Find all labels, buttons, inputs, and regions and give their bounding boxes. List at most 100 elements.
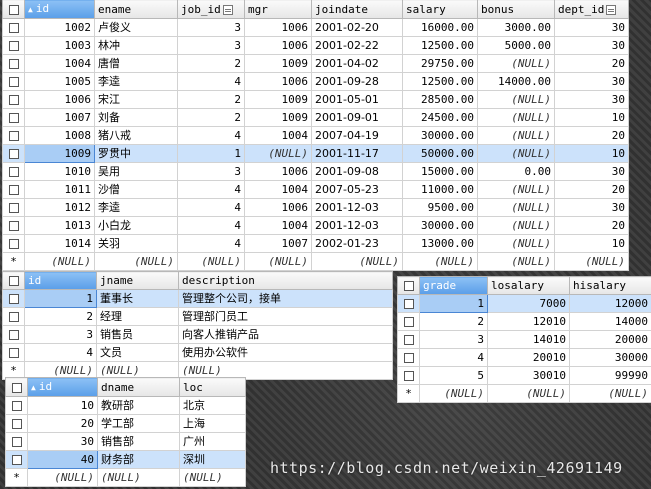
cell-bonus[interactable]: 5000.00 [477, 36, 555, 55]
cell-id[interactable]: 30 [27, 432, 98, 451]
table-row[interactable]: 2 12010 14000 [397, 312, 651, 331]
new-row[interactable]: * (NULL) (NULL) (NULL) [397, 384, 651, 403]
cell-salary[interactable]: 12500.00 [402, 72, 478, 91]
cell-id[interactable]: 40 [27, 450, 98, 469]
table-row[interactable]: 1013 小白龙 4 1004 2001-12-03 30000.00 (NULL) 20 [2, 216, 629, 235]
cell-grade[interactable]: 5 [419, 366, 488, 385]
cell-description[interactable]: 管理整个公司，接单 [178, 289, 393, 308]
cell-bonus[interactable]: (NULL) [477, 108, 555, 127]
cell-id[interactable]: 1004 [24, 54, 95, 73]
column-header-dname[interactable]: dname [97, 377, 180, 397]
cell-ename[interactable]: (NULL) [94, 252, 178, 271]
cell-joindate[interactable]: 2002-01-23 [311, 234, 403, 253]
cell-ename[interactable]: 刘备 [94, 108, 178, 127]
cell-joindate[interactable]: 2001-11-17 [311, 144, 403, 163]
column-header-hisalary[interactable]: hisalary [569, 276, 651, 295]
cell-mgr[interactable]: 1006 [244, 36, 312, 55]
column-header-job-id[interactable]: job_id [177, 0, 245, 19]
cell-dname[interactable]: 财务部 [97, 450, 180, 469]
cell-bonus[interactable]: (NULL) [477, 180, 555, 199]
cell-bonus[interactable]: 14000.00 [477, 72, 555, 91]
table-row[interactable]: 40 财务部 深圳 [5, 450, 246, 469]
cell-job-id[interactable]: 1 [177, 144, 245, 163]
column-header-id[interactable]: ▲ id [27, 377, 98, 397]
column-header-losalary[interactable]: losalary [487, 276, 570, 295]
row-checkbox[interactable] [397, 348, 420, 367]
cell-bonus[interactable]: (NULL) [477, 198, 555, 217]
cell-job-id[interactable]: (NULL) [177, 252, 245, 271]
column-header-loc[interactable]: loc [179, 377, 246, 397]
cell-bonus[interactable]: 3000.00 [477, 18, 555, 37]
cell-salary[interactable]: 9500.00 [402, 198, 478, 217]
column-header-bonus[interactable]: bonus [477, 0, 555, 19]
cell-ename[interactable]: 宋江 [94, 90, 178, 109]
table-row[interactable]: 1007 刘备 2 1009 2001-09-01 24500.00 (NULL) 10 [2, 108, 629, 127]
cell-id[interactable]: (NULL) [27, 468, 98, 487]
cell-job-id[interactable]: 2 [177, 108, 245, 127]
cell-mgr[interactable]: 1004 [244, 126, 312, 145]
cell-job-id[interactable]: 4 [177, 72, 245, 91]
row-checkbox[interactable] [2, 216, 25, 235]
cell-dept-id[interactable]: 10 [554, 234, 629, 253]
cell-hisalary[interactable]: 14000 [569, 312, 651, 331]
table-row[interactable]: 1003 林冲 3 1006 2001-02-22 12500.00 5000.00 30 [2, 36, 629, 55]
row-checkbox[interactable] [397, 330, 420, 349]
cell-loc[interactable]: 北京 [179, 396, 246, 415]
table-row[interactable]: 20 学工部 上海 [5, 414, 246, 433]
column-header-jname[interactable]: jname [96, 271, 179, 290]
row-checkbox[interactable] [2, 180, 25, 199]
cell-dept-id[interactable]: 30 [554, 198, 629, 217]
cell-id[interactable]: 2 [24, 307, 97, 326]
column-header-grade[interactable]: grade [419, 276, 488, 295]
cell-losalary[interactable]: 12010 [487, 312, 570, 331]
cell-joindate[interactable]: 2001-02-22 [311, 36, 403, 55]
table-row[interactable]: 1009 罗贯中 1 (NULL) 2001-11-17 50000.00 (NULL) 10 [2, 144, 629, 163]
cell-dept-id[interactable]: 20 [554, 216, 629, 235]
cell-job-id[interactable]: 4 [177, 198, 245, 217]
cell-salary[interactable]: 12500.00 [402, 36, 478, 55]
cell-bonus[interactable]: (NULL) [477, 90, 555, 109]
cell-mgr[interactable]: 1009 [244, 108, 312, 127]
table-row[interactable]: 1005 李逵 4 1006 2001-09-28 12500.00 14000.00 30 [2, 72, 629, 91]
row-checkbox[interactable] [2, 144, 25, 163]
cell-id[interactable]: 1013 [24, 216, 95, 235]
row-checkbox[interactable] [397, 294, 420, 313]
table-row[interactable]: 1 董事长 管理整个公司，接单 [2, 289, 393, 308]
table-row[interactable]: 1012 李逵 4 1006 2001-12-03 9500.00 (NULL) 30 [2, 198, 629, 217]
cell-loc[interactable]: (NULL) [179, 468, 246, 487]
cell-id[interactable]: 1008 [24, 126, 95, 145]
cell-dname[interactable]: 教研部 [97, 396, 180, 415]
cell-ename[interactable]: 小白龙 [94, 216, 178, 235]
table-row[interactable]: 3 14010 20000 [397, 330, 651, 349]
cell-joindate[interactable]: 2001-04-02 [311, 54, 403, 73]
cell-dept-id[interactable]: 10 [554, 108, 629, 127]
cell-joindate[interactable]: 2001-02-20 [311, 18, 403, 37]
column-header-dept-id[interactable]: dept_id [554, 0, 629, 19]
row-checkbox[interactable] [2, 36, 25, 55]
cell-jname[interactable]: 董事长 [96, 289, 179, 308]
cell-hisalary[interactable]: 12000 [569, 294, 651, 313]
cell-job-id[interactable]: 4 [177, 216, 245, 235]
cell-salary[interactable]: (NULL) [402, 252, 478, 271]
cell-mgr[interactable]: (NULL) [244, 252, 312, 271]
cell-dept-id[interactable]: 30 [554, 72, 629, 91]
cell-id[interactable]: 1002 [24, 18, 95, 37]
cell-dname[interactable]: 销售部 [97, 432, 180, 451]
cell-mgr[interactable]: 1006 [244, 162, 312, 181]
cell-hisalary[interactable]: 20000 [569, 330, 651, 349]
row-checkbox[interactable] [5, 432, 28, 451]
cell-grade[interactable]: (NULL) [419, 384, 488, 403]
cell-id[interactable]: 1005 [24, 72, 95, 91]
row-checkbox[interactable] [2, 325, 25, 344]
cell-mgr[interactable]: 1004 [244, 216, 312, 235]
cell-salary[interactable]: 16000.00 [402, 18, 478, 37]
row-checkbox[interactable] [5, 450, 28, 469]
cell-ename[interactable]: 关羽 [94, 234, 178, 253]
cell-grade[interactable]: 2 [419, 312, 488, 331]
cell-bonus[interactable]: 0.00 [477, 162, 555, 181]
select-all-checkbox[interactable] [2, 271, 25, 290]
cell-mgr[interactable]: 1006 [244, 198, 312, 217]
cell-joindate[interactable]: 2001-12-03 [311, 198, 403, 217]
cell-id[interactable]: 1014 [24, 234, 95, 253]
cell-dept-id[interactable]: 30 [554, 36, 629, 55]
